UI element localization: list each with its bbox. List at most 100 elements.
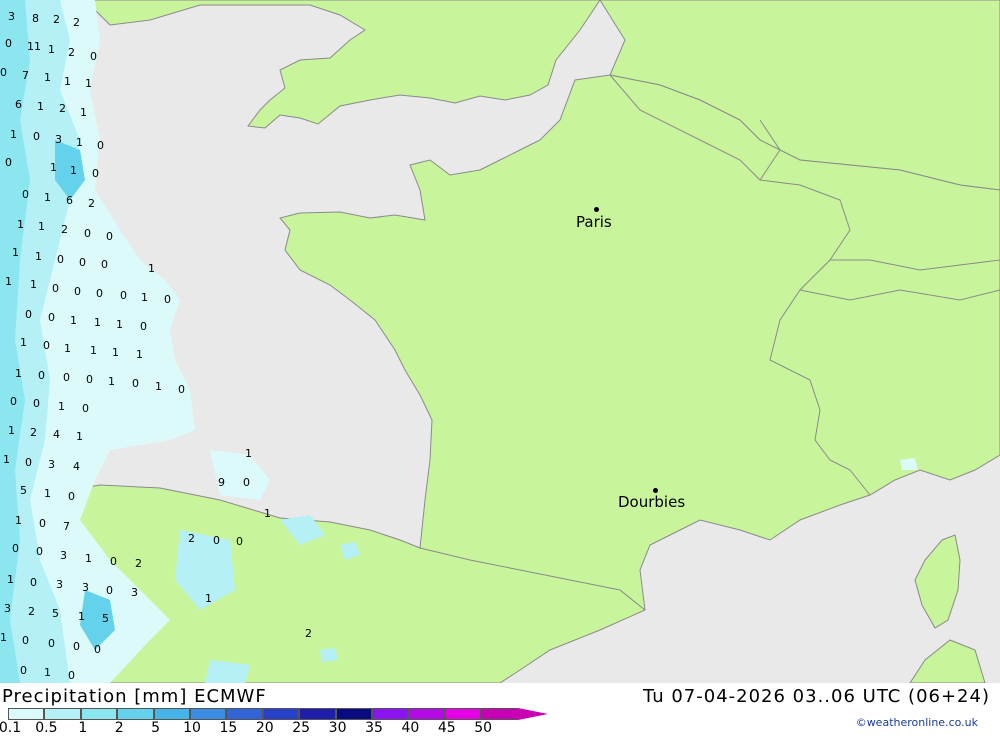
precip-value-label: 1 xyxy=(0,631,7,644)
precip-value-label: 0 xyxy=(33,130,40,143)
precip-value-label: 0 xyxy=(82,402,89,415)
credit-text[interactable]: ©weatheronline.co.uk xyxy=(856,716,978,729)
map-title: Precipitation [mm] ECMWF xyxy=(2,686,267,707)
precip-value-label: 1 xyxy=(30,278,37,291)
scale-swatch xyxy=(153,708,190,720)
city-label-paris: Paris xyxy=(576,213,612,231)
precip-value-label: 1 xyxy=(205,592,212,605)
precip-value-label: 3 xyxy=(4,602,11,615)
precip-value-label: 2 xyxy=(53,13,60,26)
precip-value-label: 0 xyxy=(5,37,12,50)
scale-label: 15 xyxy=(219,720,238,736)
precip-value-label: 1 xyxy=(58,400,65,413)
precip-cell-8 xyxy=(320,648,338,662)
precip-value-label: 0 xyxy=(92,167,99,180)
precip-value-label: 1 xyxy=(94,316,101,329)
precip-value-label: 0 xyxy=(48,637,55,650)
scale-swatch xyxy=(262,708,300,720)
scale-swatch xyxy=(444,708,482,720)
precip-value-label: 0 xyxy=(25,456,32,469)
precip-value-label: 1 xyxy=(44,191,51,204)
precip-value-label: 1 xyxy=(64,75,71,88)
scale-label: 2 xyxy=(114,720,124,736)
precip-value-label: 4 xyxy=(73,460,80,473)
precip-value-label: 3 xyxy=(60,549,67,562)
precip-value-label: 0 xyxy=(90,50,97,63)
precip-value-label: 1 xyxy=(5,275,12,288)
precip-value-label: 0 xyxy=(10,395,17,408)
scale-label: 0.5 xyxy=(35,720,58,736)
precip-value-label: 7 xyxy=(63,520,70,533)
precip-value-label: 2 xyxy=(73,16,80,29)
scale-label: 1 xyxy=(78,720,88,736)
precip-value-label: 0 xyxy=(33,397,40,410)
precip-value-label: 0 xyxy=(236,535,243,548)
precip-value-label: 1 xyxy=(17,218,24,231)
corsica-landmass xyxy=(914,534,961,629)
precip-value-label: 1 xyxy=(85,552,92,565)
precip-value-label: 0 xyxy=(68,669,75,682)
precip-value-label: 3 xyxy=(48,458,55,471)
precip-value-label: 1 xyxy=(3,453,10,466)
precip-value-label: 1 xyxy=(50,161,57,174)
precip-value-label: 1 xyxy=(76,430,83,443)
precip-value-label: 2 xyxy=(68,46,75,59)
precip-value-label: 2 xyxy=(305,627,312,640)
precip-value-label: 0 xyxy=(178,383,185,396)
precip-value-label: 1 xyxy=(12,246,19,259)
scale-swatch xyxy=(299,708,336,720)
precip-value-label: 1 xyxy=(10,128,17,141)
precip-value-label: 0 xyxy=(79,256,86,269)
precip-value-label: 1 xyxy=(44,71,51,84)
precip-value-label: 0 xyxy=(101,258,108,271)
scale-swatch xyxy=(408,708,445,720)
precip-value-label: 0 xyxy=(22,634,29,647)
precip-value-label: 0 xyxy=(48,311,55,324)
precip-value-label: 5 xyxy=(20,484,27,497)
england-landmass xyxy=(59,0,601,129)
scale-label: 50 xyxy=(474,720,493,736)
precip-value-label: 0 xyxy=(52,282,59,295)
precip-value-label: 1 xyxy=(64,342,71,355)
scale-label: 0.1 xyxy=(0,720,22,736)
precip-value-label: 0 xyxy=(94,643,101,656)
precip-value-label: 0 xyxy=(140,320,147,333)
precip-value-label: 1 xyxy=(20,336,27,349)
precip-value-label: 0 xyxy=(132,377,139,390)
precip-value-label: 7 xyxy=(22,69,29,82)
precip-value-label: 1 xyxy=(108,375,115,388)
forecast-datetime: Tu 07-04-2026 03..06 UTC (06+24) xyxy=(642,686,990,707)
precip-value-label: 1 xyxy=(15,367,22,380)
precip-value-label: 1 xyxy=(116,318,123,331)
precip-value-label: 1 xyxy=(70,314,77,327)
precip-value-label: 1 xyxy=(141,291,148,304)
precip-value-label: 1 xyxy=(44,666,51,679)
scale-swatch xyxy=(117,708,154,720)
precip-value-label: 1 xyxy=(44,487,51,500)
precip-value-label: 6 xyxy=(15,98,22,111)
city-label-dourbies: Dourbies xyxy=(618,493,686,511)
precip-value-label: 2 xyxy=(188,532,195,545)
precip-value-label: 1 xyxy=(85,77,92,90)
precip-value-label: 2 xyxy=(28,605,35,618)
precip-value-label: 0 xyxy=(0,66,7,79)
precip-value-label: 1 xyxy=(70,164,77,177)
map-canvas: 3 8 2 20 11 1 2 00 7 1 1 16 1 2 11 0 3 1 00 1 1 00 1 6 21 1 2 0 01 1 0… xyxy=(0,0,1000,683)
scale-arrow xyxy=(517,708,548,720)
precip-cell-9 xyxy=(900,458,918,470)
precip-cell-3 xyxy=(210,450,270,500)
precip-value-label: 0 xyxy=(97,139,104,152)
precip-value-label: 0 xyxy=(43,339,50,352)
precip-value-label: 1 xyxy=(8,424,15,437)
scale-label: 5 xyxy=(151,720,161,736)
precip-value-label: 0 xyxy=(84,227,91,240)
precip-value-label: 1 xyxy=(136,348,143,361)
precip-value-label: 1 xyxy=(155,380,162,393)
map-footer: Precipitation [mm] ECMWF Tu 07-04-2026 0… xyxy=(0,683,1000,736)
precip-value-label: 1 xyxy=(35,250,42,263)
precip-value-label: 1 xyxy=(245,447,252,460)
precip-value-label: 0 xyxy=(36,545,43,558)
precip-value-label: 0 xyxy=(68,490,75,503)
precip-value-label: 0 xyxy=(73,640,80,653)
precip-value-label: 1 xyxy=(112,346,119,359)
